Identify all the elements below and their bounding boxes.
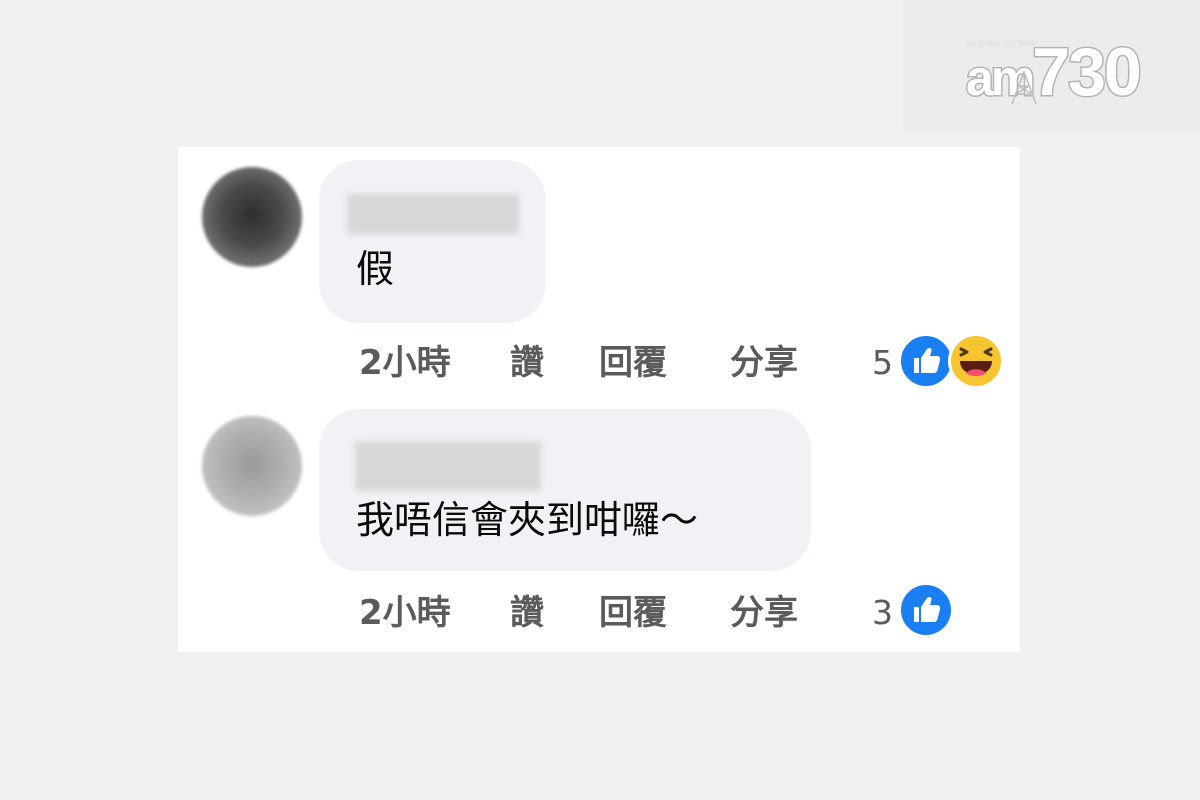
- comment-timestamp[interactable]: 2小時: [359, 343, 451, 383]
- like-icon[interactable]: [898, 582, 954, 638]
- logo-brand: am730: [964, 34, 1143, 114]
- like-button[interactable]: 讚: [510, 343, 544, 383]
- haha-icon[interactable]: [948, 333, 1004, 389]
- comment-bubble: 我唔信會夾到咁囉～: [319, 409, 811, 571]
- tower-icon: [1011, 70, 1037, 105]
- comment-thread: 假 2小時 讚 回覆 分享 5 我唔信會夾到咁囉～ 2小時 讚 回覆 分享 3: [178, 147, 1020, 652]
- logo-brand-number: 730: [1031, 34, 1143, 110]
- share-button[interactable]: 分享: [730, 593, 798, 633]
- logo-tagline: my choice · my paper: [966, 40, 1037, 47]
- comment-bubble: 假: [319, 160, 546, 323]
- am730-logo: am730 my choice · my paper: [964, 35, 1150, 110]
- comment-text: 我唔信會夾到咁囉～: [356, 498, 699, 542]
- reaction-count[interactable]: 5: [872, 343, 893, 383]
- share-button[interactable]: 分享: [730, 343, 798, 383]
- comment-timestamp[interactable]: 2小時: [359, 593, 451, 633]
- avatar[interactable]: [202, 167, 302, 267]
- avatar[interactable]: [202, 416, 302, 516]
- reply-button[interactable]: 回覆: [599, 593, 667, 633]
- comment-text: 假: [356, 247, 395, 291]
- like-button[interactable]: 讚: [510, 593, 544, 633]
- reply-button[interactable]: 回覆: [599, 343, 667, 383]
- like-icon[interactable]: [898, 333, 954, 389]
- reaction-count[interactable]: 3: [872, 593, 893, 633]
- commenter-name-redacted[interactable]: [355, 441, 541, 491]
- commenter-name-redacted[interactable]: [347, 194, 519, 234]
